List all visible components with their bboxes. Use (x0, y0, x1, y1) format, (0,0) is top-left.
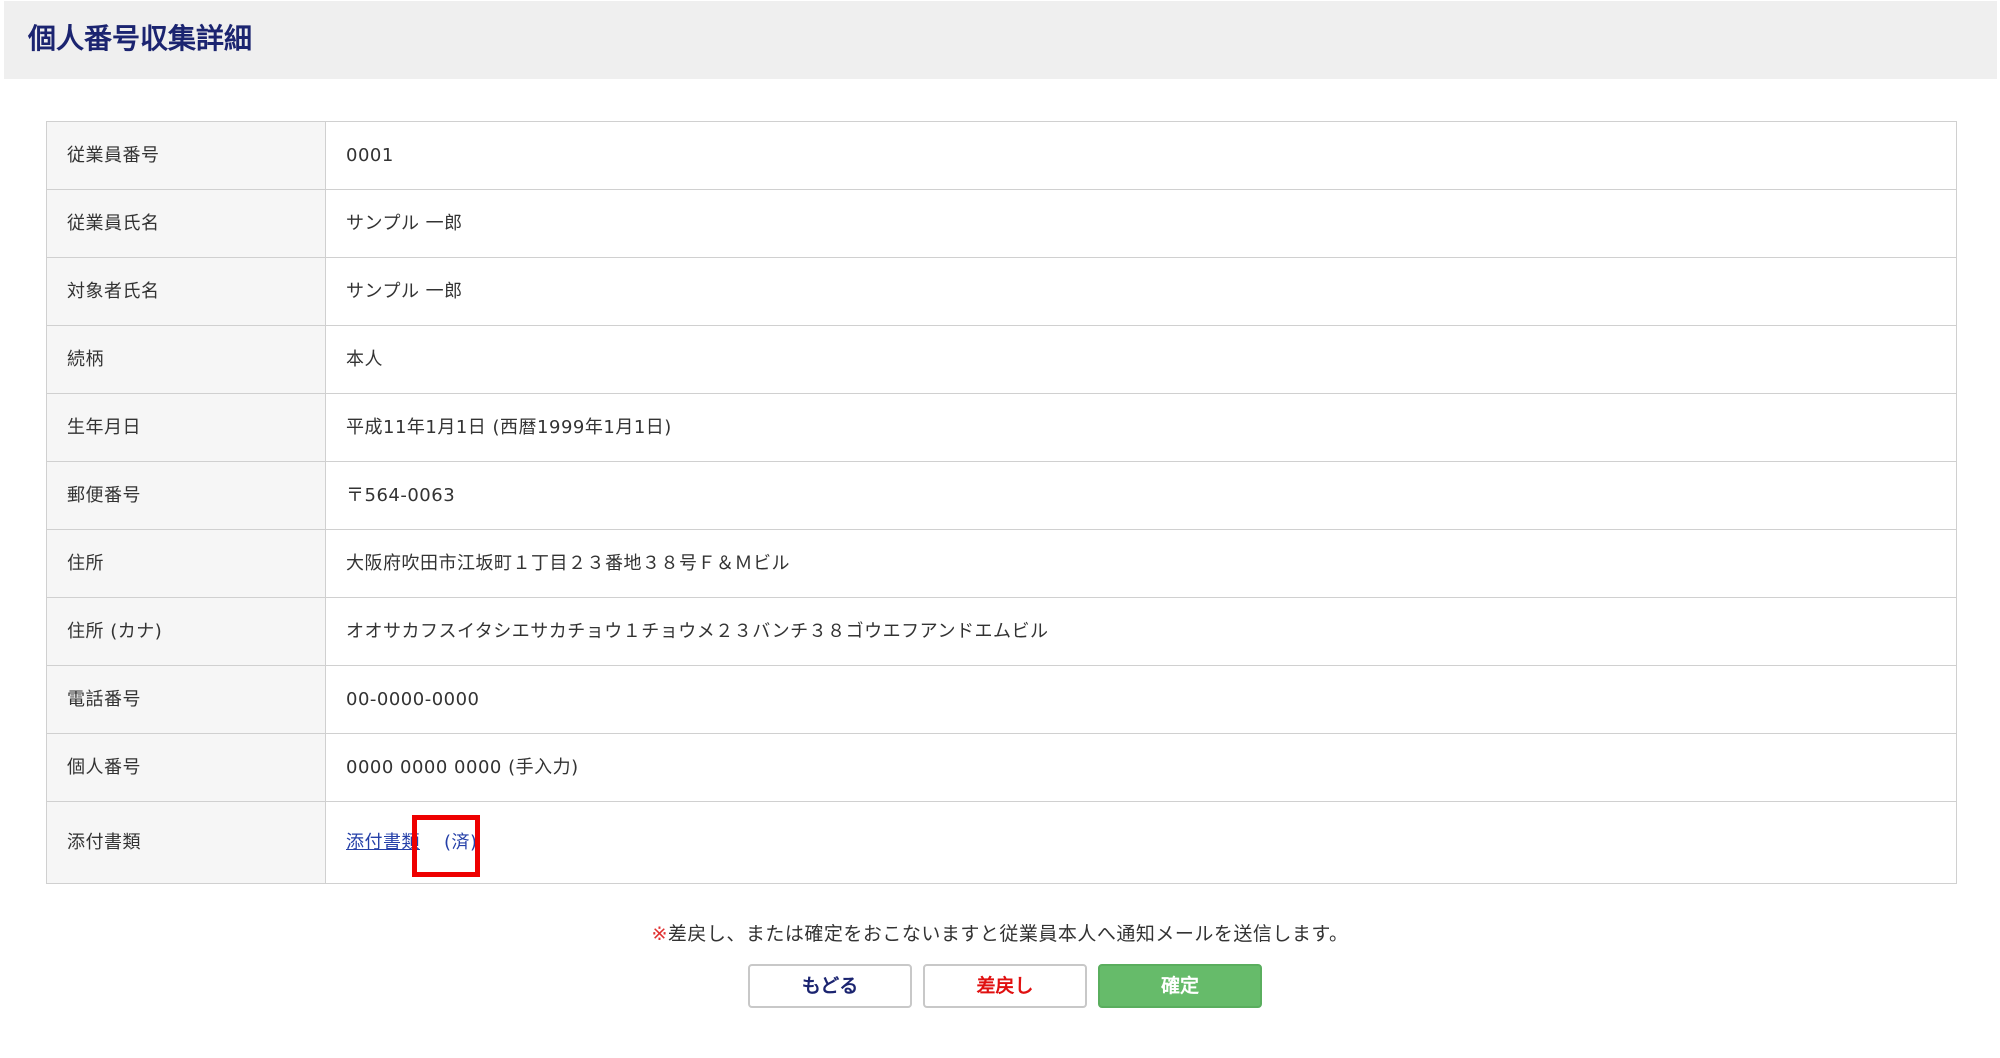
table-row: 対象者氏名 サンプル 一郎 (46, 257, 1957, 326)
row-value-employee-number: 0001 (325, 121, 1957, 190)
row-label-address: 住所 (46, 529, 326, 598)
row-value-phone: 00-0000-0000 (325, 665, 1957, 734)
row-value-employee-name: サンプル 一郎 (325, 189, 1957, 258)
table-row: 郵便番号 〒564-0063 (46, 461, 1957, 530)
table-row: 続柄 本人 (46, 325, 1957, 394)
page-header: 個人番号収集詳細 (4, 1, 1997, 79)
row-label-phone: 電話番号 (46, 665, 326, 734)
attachment-link[interactable]: 添付書類 (346, 832, 420, 853)
table-row: 住所 (カナ) オオサカフスイタシエサカチョウ１チョウメ２３バンチ３８ゴウエフア… (46, 597, 1957, 666)
detail-table: 従業員番号 0001 従業員氏名 サンプル 一郎 対象者氏名 サンプル 一郎 続… (46, 121, 1957, 884)
table-row: 個人番号 0000 0000 0000 (手入力) (46, 733, 1957, 802)
table-row: 従業員番号 0001 (46, 121, 1957, 190)
row-value-birthdate: 平成11年1月1日 (西暦1999年1月1日) (325, 393, 1957, 462)
row-value-attachment: 添付書類 (済) (325, 801, 1957, 884)
row-label-personal-number: 個人番号 (46, 733, 326, 802)
row-value-personal-number: 0000 0000 0000 (手入力) (325, 733, 1957, 802)
row-value-address-kana: オオサカフスイタシエサカチョウ１チョウメ２３バンチ３８ゴウエフアンドエムビル (325, 597, 1957, 666)
row-label-relationship: 続柄 (46, 325, 326, 394)
notice-message: 差戻し、または確定をおこないますと従業員本人へ通知メールを送信します。 (667, 923, 1349, 945)
send-back-button[interactable]: 差戻し (923, 964, 1087, 1008)
notice-mark: ※ (651, 923, 668, 945)
row-label-birthdate: 生年月日 (46, 393, 326, 462)
table-row: 添付書類 添付書類 (済) (46, 801, 1957, 884)
row-value-address: 大阪府吹田市江坂町１丁目２３番地３８号Ｆ＆Ｍビル (325, 529, 1957, 598)
table-row: 生年月日 平成11年1月1日 (西暦1999年1月1日) (46, 393, 1957, 462)
row-label-postal-code: 郵便番号 (46, 461, 326, 530)
confirm-button[interactable]: 確定 (1098, 964, 1262, 1008)
row-label-subject-name: 対象者氏名 (46, 257, 326, 326)
row-label-employee-number: 従業員番号 (46, 121, 326, 190)
row-label-employee-name: 従業員氏名 (46, 189, 326, 258)
row-value-subject-name: サンプル 一郎 (325, 257, 1957, 326)
row-label-address-kana: 住所 (カナ) (46, 597, 326, 666)
back-button[interactable]: もどる (748, 964, 912, 1008)
table-row: 電話番号 00-0000-0000 (46, 665, 1957, 734)
row-label-attachment: 添付書類 (46, 801, 326, 884)
table-row: 従業員氏名 サンプル 一郎 (46, 189, 1957, 258)
table-row: 住所 大阪府吹田市江坂町１丁目２３番地３８号Ｆ＆Ｍビル (46, 529, 1957, 598)
row-value-postal-code: 〒564-0063 (325, 461, 1957, 530)
highlight-box (412, 815, 480, 877)
notice-text: ※差戻し、または確定をおこないますと従業員本人へ通知メールを送信します。 (0, 918, 2000, 950)
row-value-relationship: 本人 (325, 325, 1957, 394)
page-title: 個人番号収集詳細 (28, 22, 253, 55)
